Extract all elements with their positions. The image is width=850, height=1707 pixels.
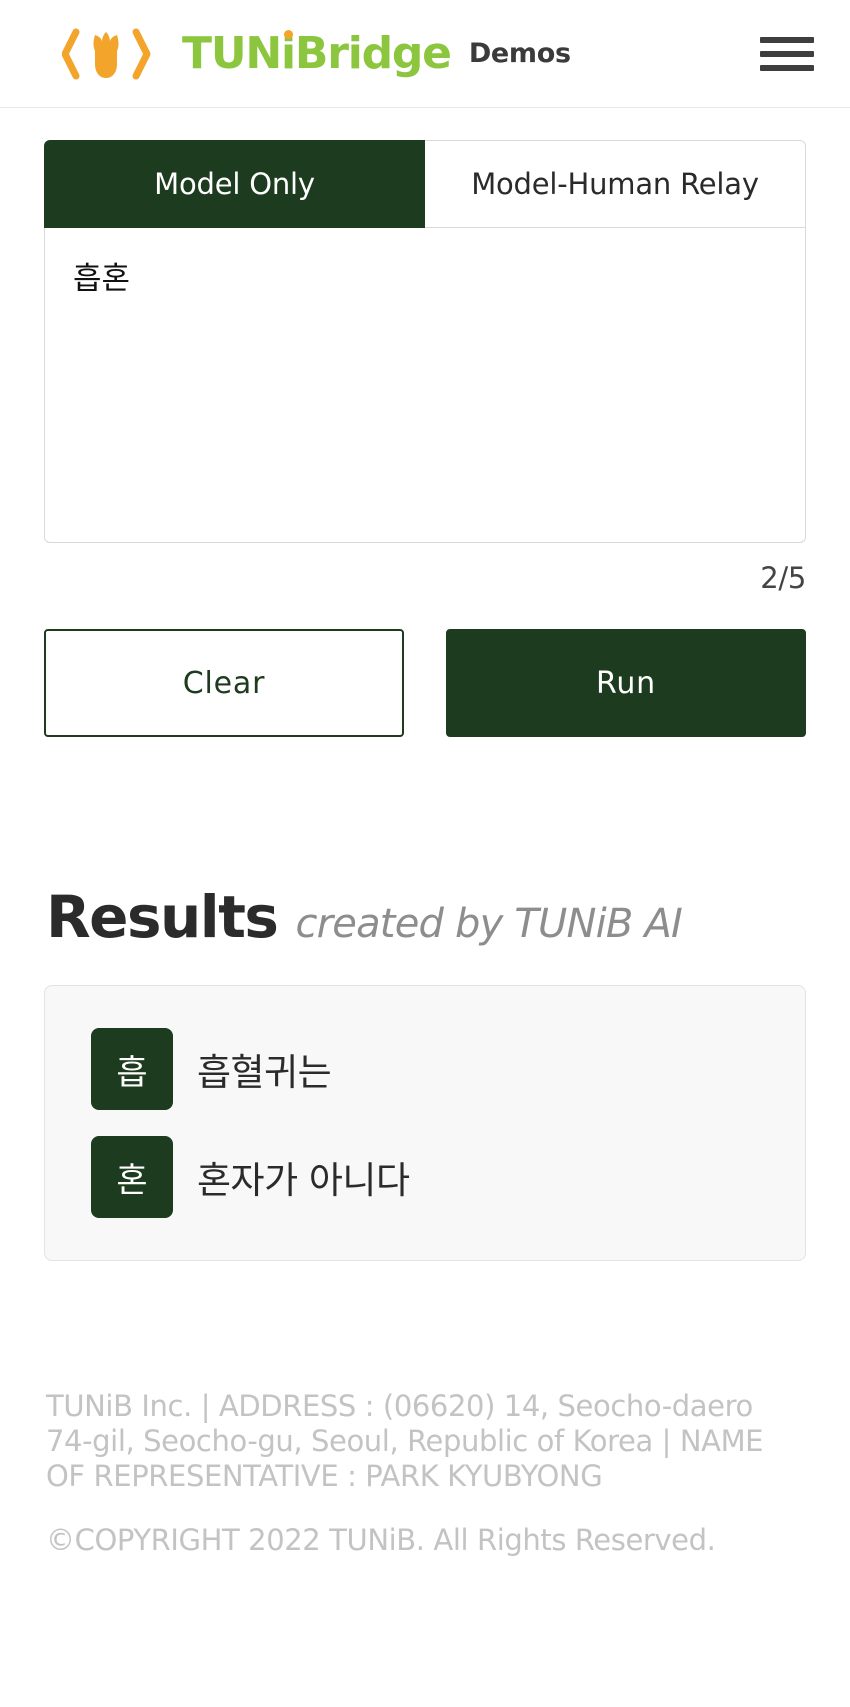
page-title: Demos bbox=[468, 38, 571, 69]
results-subtitle: created by TUNiB AI bbox=[295, 901, 683, 947]
result-text: 혼자가 아니다 bbox=[197, 1159, 410, 1202]
footer-company-info: TUNiB Inc. | ADDRESS : (06620) 14, Seoch… bbox=[46, 1389, 764, 1493]
brand-logo[interactable]: TUNi Bridge bbox=[62, 26, 452, 82]
result-badge: 혼 bbox=[91, 1136, 173, 1218]
result-text: 흡혈귀는 bbox=[197, 1051, 332, 1094]
site-header: TUNi Bridge Demos bbox=[0, 0, 850, 108]
logo-text-bridge: Bridge bbox=[294, 27, 452, 79]
logo-dot-icon bbox=[283, 29, 293, 39]
run-button[interactable]: Run bbox=[446, 629, 806, 737]
site-footer: TUNiB Inc. | ADDRESS : (06620) 14, Seoch… bbox=[0, 1389, 850, 1558]
clear-button[interactable]: Clear bbox=[44, 629, 404, 737]
footer-copyright: ©COPYRIGHT 2022 TUNiB. All Rights Reserv… bbox=[46, 1523, 716, 1558]
logo-text-tun: TUN bbox=[182, 27, 282, 79]
prompt-input-wrapper[interactable]: 흡혼 bbox=[44, 228, 806, 543]
action-buttons: Clear Run bbox=[44, 629, 806, 737]
tulip-logo-icon bbox=[62, 26, 174, 82]
hamburger-bar-2 bbox=[760, 50, 814, 57]
character-counter: 2/5 bbox=[760, 561, 806, 595]
logo-wordmark: TUNi Bridge bbox=[182, 29, 452, 76]
result-badge: 흡 bbox=[91, 1028, 173, 1110]
main-content: Model Only Model-Human Relay 흡혼 2/5 Clea… bbox=[0, 140, 850, 1261]
tab-model-only[interactable]: Model Only bbox=[44, 140, 425, 228]
prompt-textarea[interactable]: 흡혼 bbox=[73, 258, 777, 301]
hamburger-menu-icon[interactable] bbox=[760, 34, 814, 74]
mode-tabs: Model Only Model-Human Relay bbox=[44, 140, 806, 228]
results-header: Results created by TUNiB AI bbox=[44, 883, 806, 951]
page-root: TUNi Bridge Demos Model Only Model-Human … bbox=[0, 0, 850, 1707]
logo-text-i: i bbox=[280, 27, 296, 79]
results-title: Results bbox=[46, 883, 279, 951]
results-card: 흡 흡혈귀는 혼 혼자가 아니다 bbox=[44, 985, 806, 1261]
hamburger-bar-3 bbox=[760, 64, 814, 71]
result-row: 혼 혼자가 아니다 bbox=[91, 1136, 759, 1218]
hamburger-bar-1 bbox=[760, 36, 814, 43]
tab-model-human-relay[interactable]: Model-Human Relay bbox=[425, 140, 806, 228]
result-row: 흡 흡혈귀는 bbox=[91, 1028, 759, 1110]
